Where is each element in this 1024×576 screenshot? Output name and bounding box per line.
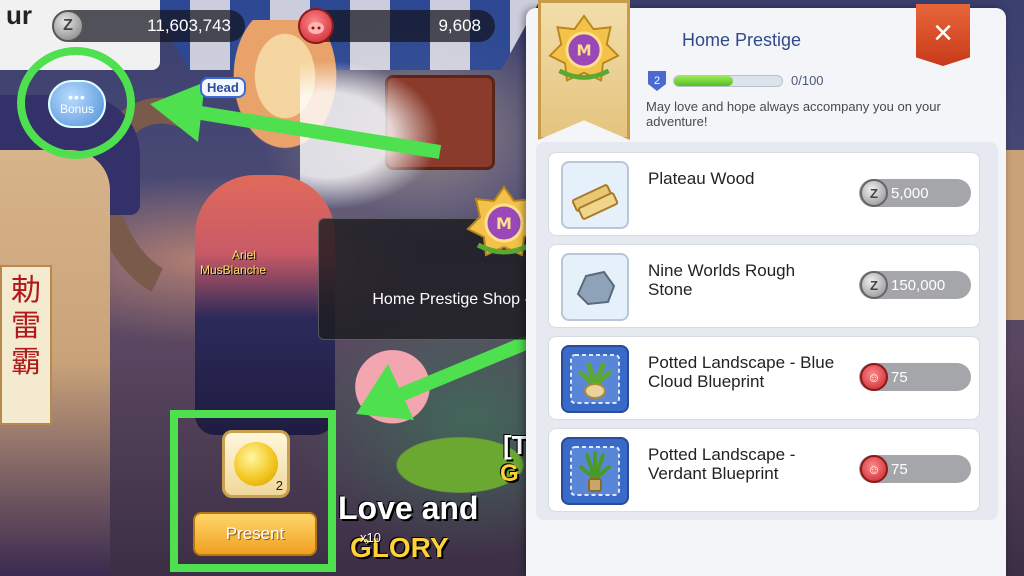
item-name: Potted Landscape - Blue Cloud Blueprint: [648, 353, 835, 391]
price-value: 75: [891, 368, 908, 386]
progress-fill: [674, 76, 734, 86]
item-name: Potted Landscape - Verdant Blueprint: [648, 445, 796, 483]
player-name-ariel: Ariel: [232, 248, 257, 262]
zeny-coin-icon: Z: [860, 271, 888, 299]
price-tag[interactable]: Z 5,000: [859, 179, 971, 207]
shop-item[interactable]: Potted Landscape - Verdant Blueprint ☺ 7…: [548, 428, 980, 512]
panel-title: Home Prestige: [682, 30, 802, 50]
rough-stone-icon: [561, 253, 629, 321]
chat-g-text: G: [500, 460, 519, 487]
progress-text: 0/100: [791, 73, 824, 88]
price-value: 75: [891, 460, 908, 478]
wood-planks-icon: [561, 161, 629, 229]
head-speech-tag: Head: [200, 77, 246, 98]
player-name-blanche: MusBlanche: [200, 263, 267, 277]
banner-emblem-icon: M: [548, 14, 620, 82]
shop-item[interactable]: Potted Landscape - Blue Cloud Blueprint …: [548, 336, 980, 420]
arrow-to-bonus: [150, 82, 442, 159]
zeny-coin-icon: Z: [860, 179, 888, 207]
potted-plant-icon: [561, 345, 629, 413]
item-name: Plateau Wood: [648, 169, 755, 188]
present-button[interactable]: Present: [193, 512, 317, 556]
panel-description: May love and hope always accompany you o…: [646, 99, 941, 129]
price-tag[interactable]: Z 150,000: [859, 271, 971, 299]
ruby-face-icon: ☺: [860, 455, 888, 483]
multiplier-label: x10: [360, 530, 381, 545]
golden-apple-slot[interactable]: 2: [222, 430, 290, 498]
chat-love-text: Love and: [338, 490, 479, 526]
price-tag[interactable]: ☺ 75: [859, 455, 971, 483]
shop-item[interactable]: Nine Worlds Rough Stone Z 150,000: [548, 244, 980, 328]
apple-count: 2: [275, 478, 283, 493]
chat-bracket-text: [T: [503, 430, 528, 460]
price-value: 5,000: [891, 184, 929, 202]
price-tag[interactable]: ☺ 75: [859, 363, 971, 391]
potted-plant-icon: [561, 437, 629, 505]
close-button[interactable]: ×: [916, 4, 970, 66]
shop-item[interactable]: Plateau Wood Z 5,000: [548, 152, 980, 236]
golden-apple-icon: [234, 442, 278, 486]
svg-text:M: M: [496, 214, 512, 233]
ruby-face-icon: ☺: [860, 363, 888, 391]
price-value: 150,000: [891, 276, 946, 294]
prestige-progress-bar: [673, 75, 783, 87]
item-name: Nine Worlds Rough Stone: [648, 261, 796, 299]
svg-text:M: M: [576, 42, 591, 60]
